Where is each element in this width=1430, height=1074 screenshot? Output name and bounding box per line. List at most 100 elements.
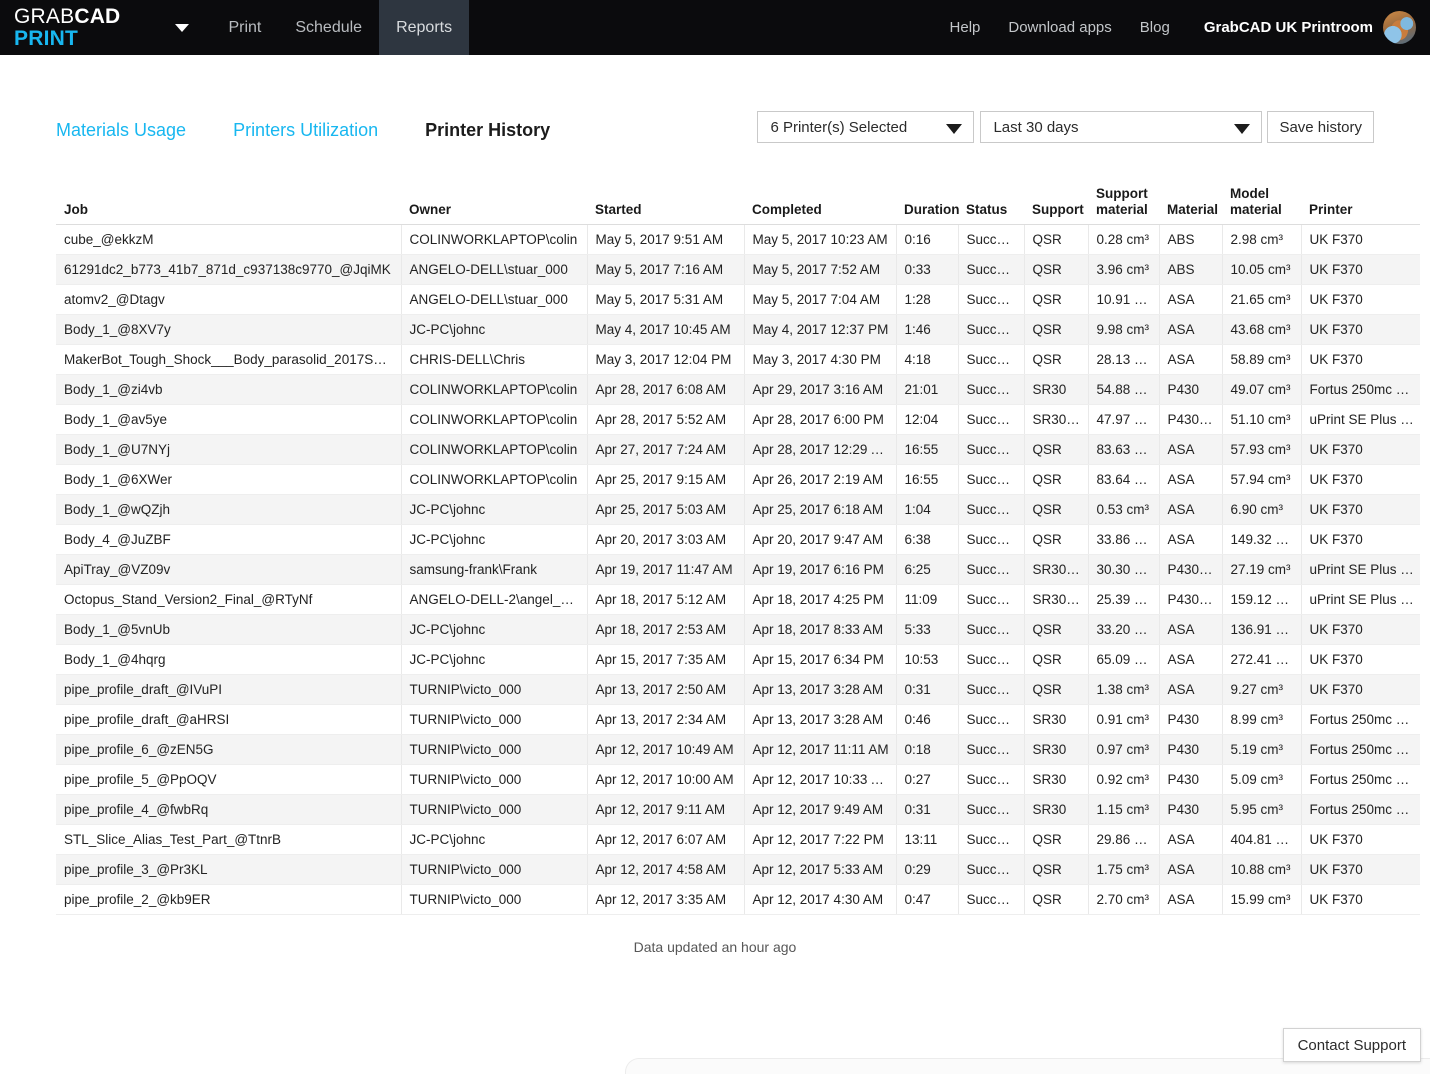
- cell-support-material: 9.98 cm³: [1088, 314, 1160, 346]
- column-header-support-material[interactable]: Support material: [1088, 186, 1159, 226]
- table-row[interactable]: Body_1_@U7NYj COLINWORKLAPTOP\colin Apr 27…: [56, 434, 1420, 466]
- cell-printer: UK F370: [1301, 494, 1420, 526]
- cell-material: ASA: [1159, 494, 1223, 526]
- cell-support-material: 0.97 cm³: [1088, 734, 1160, 766]
- cell-duration: 16:55: [896, 434, 959, 466]
- cell-model-material: 404.81 cm³: [1222, 824, 1302, 856]
- cell-started: Apr 12, 2017 10:49 AM: [587, 734, 745, 766]
- cell-owner: JC-PC\johnc: [401, 494, 588, 526]
- cell-support-material: 83.64 cm³: [1088, 464, 1160, 496]
- cell-started: May 5, 2017 5:31 AM: [587, 284, 745, 316]
- table-row[interactable]: Body_1_@4hqrg JC-PC\johnc Apr 15, 2017 7:3…: [56, 644, 1420, 676]
- column-header-completed[interactable]: Completed: [744, 186, 896, 226]
- cell-support: QSR: [1024, 434, 1089, 466]
- cell-started: Apr 19, 2017 11:47 AM: [587, 554, 745, 586]
- table-row[interactable]: pipe_profile_4_@fwbRq TURNIP\victo_000 Apr…: [56, 794, 1420, 826]
- cell-model-material: 136.91 cm³: [1222, 614, 1302, 646]
- table-row[interactable]: Octopus_Stand_Version2_Final_@RTyNf ANGEL…: [56, 584, 1420, 616]
- cell-status: Success: [958, 464, 1025, 496]
- save-history-button[interactable]: Save history: [1267, 111, 1374, 143]
- cell-printer: UK F370: [1301, 254, 1420, 286]
- date-range-select[interactable]: Last 30 days: [980, 111, 1263, 143]
- tab-printer-history[interactable]: Printer History: [425, 120, 550, 141]
- table-row[interactable]: pipe_profile_draft_@aHRSI TURNIP\victo_00…: [56, 704, 1420, 736]
- nav-link-blog[interactable]: Blog: [1140, 19, 1170, 36]
- nav-item-reports[interactable]: Reports: [379, 0, 470, 55]
- cell-job: pipe_profile_6_@zEN5G: [56, 734, 402, 766]
- column-header-started[interactable]: Started: [587, 186, 744, 226]
- cell-duration: 6:38: [896, 524, 959, 556]
- column-header-printer[interactable]: Printer: [1301, 186, 1420, 226]
- table-row[interactable]: pipe_profile_draft_@IVuPI TURNIP\victo_00…: [56, 674, 1420, 706]
- column-header-duration[interactable]: Duration: [896, 186, 960, 226]
- cell-support-material: 1.38 cm³: [1088, 674, 1160, 706]
- cell-support: SR30: [1024, 734, 1089, 766]
- printers-select[interactable]: 6 Printer(s) Selected: [757, 111, 975, 143]
- cell-model-material: 27.19 cm³: [1222, 554, 1302, 586]
- cell-completed: Apr 28, 2017 6:00 PM: [744, 404, 897, 436]
- table-row[interactable]: Body_1_@zi4vb COLINWORKLAPTOP\colin Apr 28…: [56, 374, 1420, 406]
- cell-duration: 4:18: [896, 344, 959, 376]
- column-header-material[interactable]: Material: [1159, 186, 1222, 226]
- cell-owner: TURNIP\victo_000: [401, 734, 588, 766]
- report-tabs-row: Materials Usage Printers Utilization Pri…: [56, 111, 1374, 147]
- table-row[interactable]: atomv2_@Dtagv ANGELO-DELL\stuar_000 May 5,…: [56, 284, 1420, 316]
- column-header-support[interactable]: Support: [1024, 186, 1088, 226]
- table-row[interactable]: Body_1_@wQZjh JC-PC\johnc Apr 25, 2017 5:0…: [56, 494, 1420, 526]
- cell-model-material: 149.32 cm³: [1222, 524, 1302, 556]
- cell-support-material: 0.91 cm³: [1088, 704, 1160, 736]
- tab-materials-usage[interactable]: Materials Usage: [56, 120, 186, 141]
- table-row[interactable]: pipe_profile_3_@Pr3KL TURNIP\victo_000 Apr…: [56, 854, 1420, 886]
- chevron-down-icon[interactable]: [175, 23, 190, 32]
- cell-owner: TURNIP\victo_000: [401, 854, 588, 886]
- contact-support-button[interactable]: Contact Support: [1282, 1028, 1421, 1062]
- table-row[interactable]: pipe_profile_6_@zEN5G TURNIP\victo_000 Apr…: [56, 734, 1420, 766]
- table-row[interactable]: Body_1_@av5ye COLINWORKLAPTOP\colin Apr 28…: [56, 404, 1420, 436]
- table-row[interactable]: pipe_profile_5_@PpOQV TURNIP\victo_000 Apr…: [56, 764, 1420, 796]
- cell-status: Success: [958, 884, 1025, 916]
- table-row[interactable]: Body_4_@JuZBF JC-PC\johnc Apr 20, 2017 3:0…: [56, 524, 1420, 556]
- cell-status: Success: [958, 374, 1025, 406]
- cell-duration: 0:29: [896, 854, 959, 886]
- cell-duration: 0:27: [896, 764, 959, 796]
- cell-support: QSR: [1024, 854, 1089, 886]
- grabcad-print-logo[interactable]: GRABCAD PRINT: [14, 6, 120, 49]
- nav-link-download-apps[interactable]: Download apps: [1008, 19, 1111, 36]
- cell-job: pipe_profile_draft_@IVuPI: [56, 674, 402, 706]
- cell-completed: Apr 12, 2017 9:49 AM: [744, 794, 897, 826]
- nav-item-print[interactable]: Print: [211, 0, 278, 55]
- table-row[interactable]: 61291dc2_b773_41b7_871d_c937138c9770_@Jq…: [56, 254, 1420, 286]
- table-row[interactable]: cube_@ekkzM COLINWORKLAPTOP\colin May 5, 2…: [56, 224, 1420, 256]
- tab-printers-utilization[interactable]: Printers Utilization: [233, 120, 378, 141]
- cell-support: SR30: [1024, 794, 1089, 826]
- column-header-job[interactable]: Job: [56, 186, 401, 226]
- logo-cad-text: CAD: [74, 5, 121, 29]
- cell-completed: Apr 18, 2017 4:25 PM: [744, 584, 897, 616]
- table-row[interactable]: Body_1_@5vnUb JC-PC\johnc Apr 18, 2017 2:5…: [56, 614, 1420, 646]
- column-header-owner[interactable]: Owner: [401, 186, 587, 226]
- account-name-label[interactable]: GrabCAD UK Printroom: [1204, 19, 1373, 36]
- cell-material: ASA: [1159, 344, 1223, 376]
- cell-started: Apr 12, 2017 10:00 AM: [587, 764, 745, 796]
- cell-duration: 11:09: [896, 584, 959, 616]
- cell-started: Apr 12, 2017 6:07 AM: [587, 824, 745, 856]
- table-row[interactable]: pipe_profile_2_@kb9ER TURNIP\victo_000 Apr…: [56, 884, 1420, 916]
- cell-model-material: 43.68 cm³: [1222, 314, 1302, 346]
- cell-support: SR30: [1024, 704, 1089, 736]
- column-header-status[interactable]: Status: [958, 186, 1024, 226]
- table-row[interactable]: Body_1_@6XWer COLINWORKLAPTOP\colin Apr 25…: [56, 464, 1420, 496]
- table-row[interactable]: STL_Slice_Alias_Test_Part_@TtnrB JC-PC\jo…: [56, 824, 1420, 856]
- cell-material: ASA: [1159, 854, 1223, 886]
- nav-link-help[interactable]: Help: [950, 19, 981, 36]
- table-row[interactable]: MakerBot_Tough_Shock___Body_parasolid_20…: [56, 344, 1420, 376]
- column-header-model-material[interactable]: Model material: [1222, 186, 1301, 226]
- cell-printer: UK F370: [1301, 284, 1420, 316]
- avatar[interactable]: [1383, 11, 1416, 44]
- cell-completed: Apr 20, 2017 9:47 AM: [744, 524, 897, 556]
- cell-printer: uPrint SE Plus UK: [1301, 404, 1420, 436]
- logo-grab-text: GRAB: [14, 5, 75, 29]
- nav-item-schedule[interactable]: Schedule: [278, 0, 379, 55]
- cell-support: QSR: [1024, 674, 1089, 706]
- table-row[interactable]: Body_1_@8XV7y JC-PC\johnc May 4, 2017 10:4…: [56, 314, 1420, 346]
- table-row[interactable]: ApiTray_@VZ09v samsung-frank\Frank Apr 19,…: [56, 554, 1420, 586]
